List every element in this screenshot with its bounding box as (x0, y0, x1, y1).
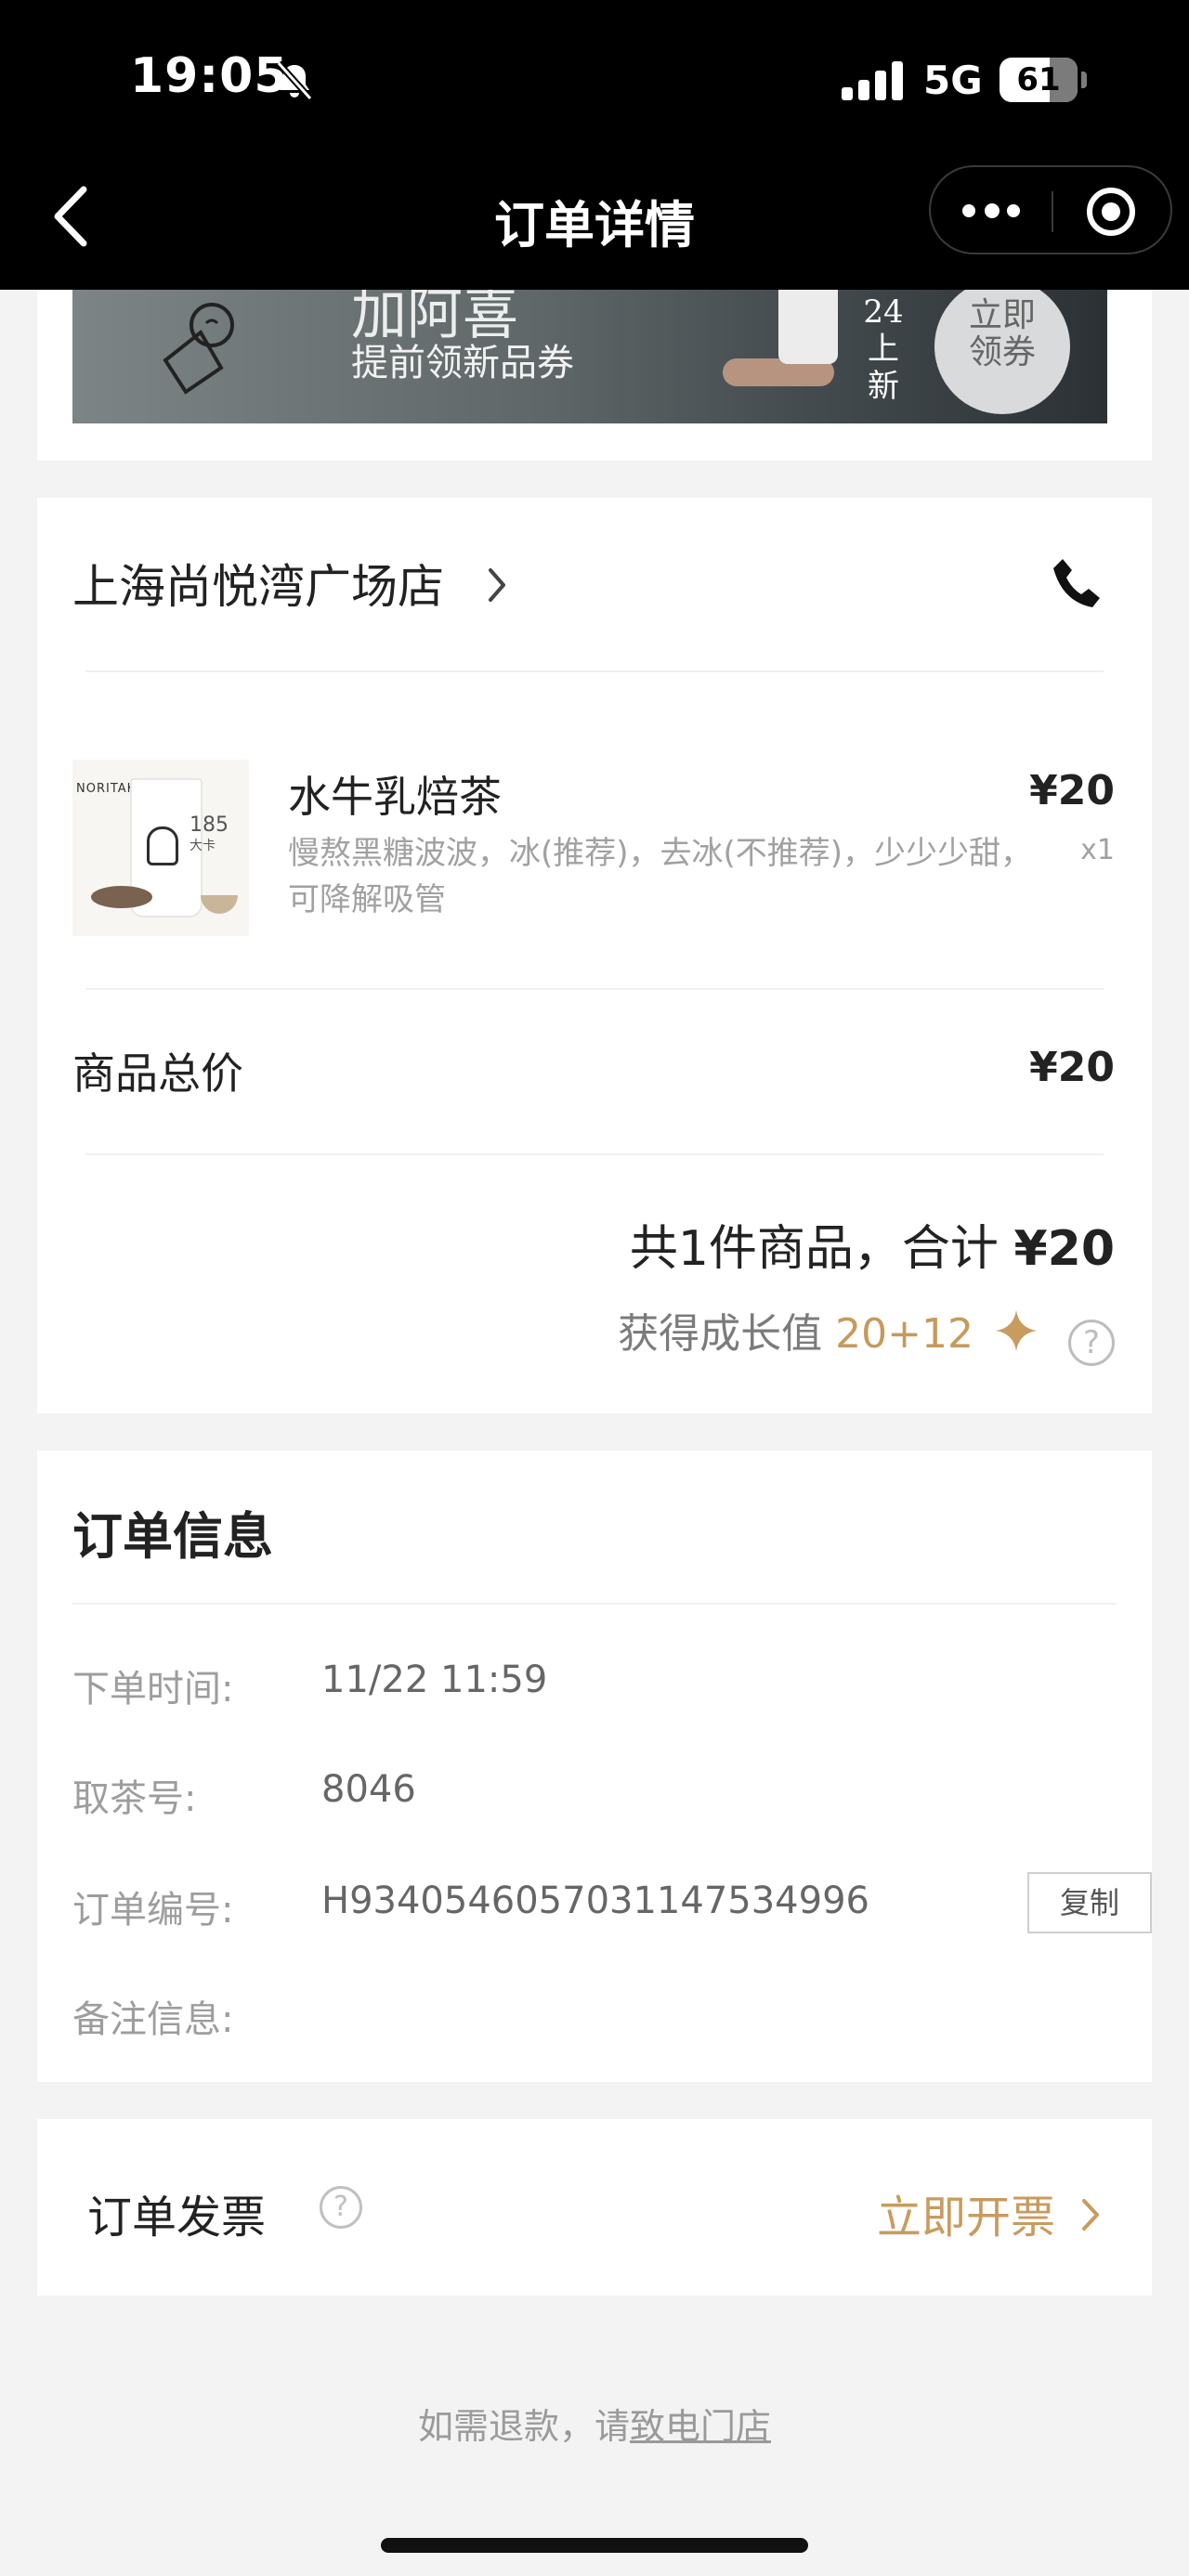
order-info-card: 订单信息 下单时间: 11/22 11:59 取茶号: 8046 订单编号: H… (37, 1451, 1152, 2082)
subtotal-label: 商品总价 (72, 1048, 243, 1099)
product-powder (91, 886, 152, 908)
product-quantity: x1 (1080, 834, 1115, 866)
signal-icon (842, 61, 905, 100)
network-type: 5G (923, 58, 983, 103)
sparkle-icon (996, 1310, 1037, 1351)
growth-help-icon[interactable]: ? (1068, 1320, 1115, 1366)
miniprogram-capsule (929, 165, 1172, 254)
subtotal-value: ¥20 (1029, 1044, 1115, 1091)
refund-note: 如需退款，请致电门店 (417, 2406, 772, 2447)
issue-invoice-link[interactable]: 立即开票 (877, 2180, 1055, 2245)
invoice-help-icon[interactable]: ? (320, 2186, 362, 2229)
banner-cup (778, 290, 838, 364)
info-row-pickup-number: 取茶号: 8046 (72, 1768, 416, 1820)
divider (85, 1153, 1104, 1155)
phone-icon[interactable] (1050, 555, 1104, 609)
order-card: 上海尚悦湾广场店 NORITAKE 185 大卡 水牛乳焙茶 慢熬黑糖波波，冰(… (37, 498, 1152, 1413)
product-image: NORITAKE 185 大卡 (72, 760, 249, 936)
chevron-right-icon[interactable] (485, 566, 509, 604)
order-info-title: 订单信息 (72, 1507, 273, 1566)
product-price: ¥20 (1029, 767, 1115, 814)
product-name: 水牛乳焙茶 (288, 772, 502, 822)
divider (72, 1603, 1117, 1605)
product-cup-logo (147, 826, 178, 865)
banner-subtitle: 提前领新品券 (351, 342, 574, 384)
sketch-figure-icon (163, 303, 234, 395)
divider (85, 670, 1104, 672)
store-name[interactable]: 上海尚悦湾广场店 (72, 550, 444, 617)
invoice-card[interactable]: 订单发票 ? 立即开票 (37, 2119, 1152, 2296)
battery-level: 61 (1016, 61, 1061, 98)
info-row-remarks: 备注信息: (72, 1998, 234, 2041)
info-row-order-number: 订单编号: H9340546057031147534996 复制 (72, 1872, 1152, 1935)
promo-banner[interactable]: 加阿喜 提前领新品券 24 上 新 立即 领券 (72, 290, 1107, 423)
divider (85, 988, 1104, 990)
home-indicator (381, 2538, 808, 2553)
more-icon[interactable] (962, 203, 1020, 219)
copy-button[interactable]: 复制 (1027, 1872, 1152, 1933)
call-store-link[interactable]: 致电门店 (630, 2406, 771, 2447)
top-bar: 19:05 5G 61 订单详情 (0, 0, 1189, 290)
claim-coupon-button[interactable]: 立即 领券 (934, 290, 1070, 414)
growth-value: 20+12 (835, 1310, 973, 1358)
invoice-label: 订单发票 (87, 2192, 267, 2244)
capsule-divider (1052, 191, 1053, 232)
close-target-icon[interactable] (1087, 188, 1135, 236)
banner-side-text: 24 上 新 (863, 293, 904, 405)
product-image-size: 185 大卡 (189, 813, 229, 854)
info-row-order-time: 下单时间: 11/22 11:59 (72, 1659, 548, 1711)
order-total-amount: ¥20 (1013, 1221, 1115, 1277)
battery-icon: 61 (1000, 58, 1078, 102)
order-total: 共1件商品，合计 ¥20 (629, 1221, 1115, 1277)
product-bowl (201, 895, 238, 914)
status-time: 19:05 (130, 48, 289, 104)
product-spec: 慢熬黑糖波波，冰(推荐)，去冰(不推荐)，少少少甜，可降解吸管 (288, 835, 1033, 918)
chevron-right-icon[interactable] (1079, 2197, 1102, 2232)
battery-tip (1081, 72, 1087, 88)
promo-banner-card: 加阿喜 提前领新品券 24 上 新 立即 领券 (37, 290, 1152, 461)
bell-mute-icon (276, 60, 313, 101)
growth-points: 获得成长值 20+12 ? (618, 1300, 1115, 1366)
